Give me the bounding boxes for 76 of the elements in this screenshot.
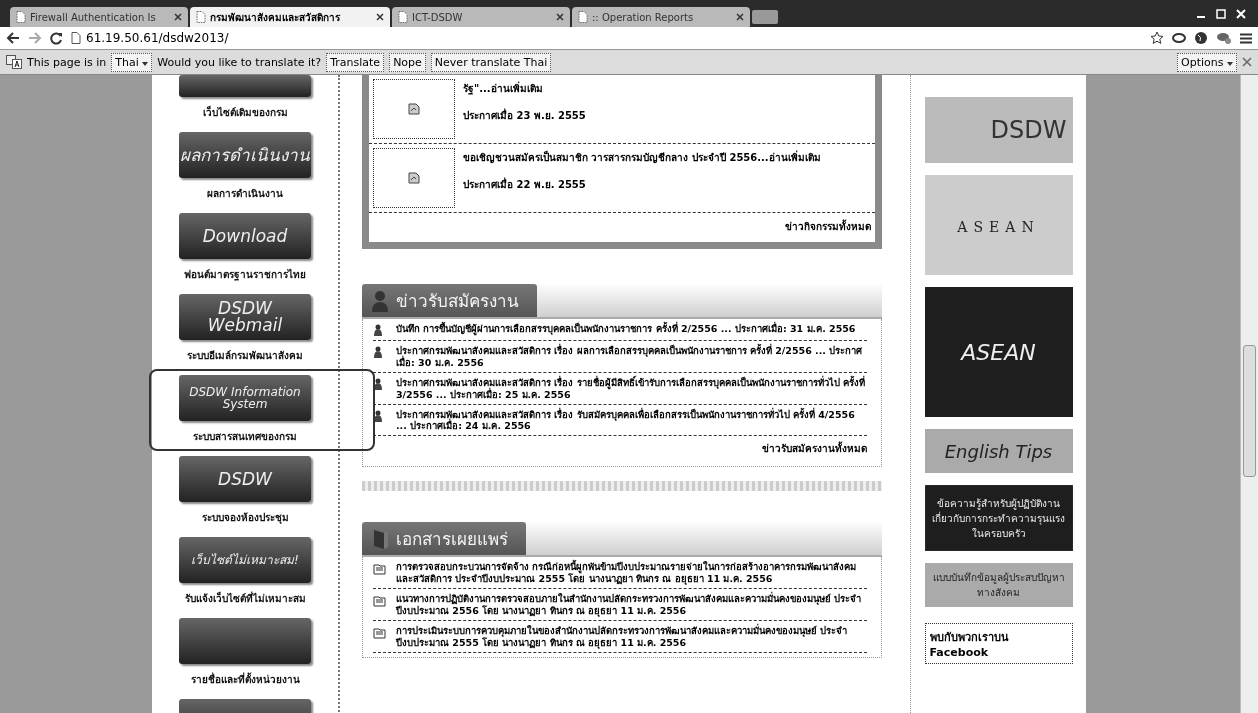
section-heading: ข่าวรับสมัครงาน: [362, 284, 537, 317]
back-icon[interactable]: [6, 32, 20, 44]
extension-icon[interactable]: [1216, 31, 1232, 45]
banner-link[interactable]: ข้อความรู้สำหรับผู้ปฏิบัติงานเกี่ยวกับการกระทำความรุนแรงในครอบครัว: [924, 485, 1073, 551]
banner-link[interactable]: ASEAN: [924, 287, 1073, 417]
person-icon: [370, 289, 390, 312]
banner-caption[interactable]: ระบบอีเมล์กรมพัฒนาสังคม: [187, 348, 303, 363]
banner-link[interactable]: ASEAN: [924, 175, 1073, 275]
banner-caption[interactable]: ระบบสารสนเทศของกรม: [193, 429, 297, 444]
banner-link[interactable]: DSDW Information System: [179, 375, 311, 421]
extension-icon[interactable]: [1194, 31, 1208, 45]
page-icon: [196, 11, 206, 23]
list-link[interactable]: ประกาศกรมพัฒนาสังคมและสวัสดิการ เรื่อง รายชื่อผู้มีสิทธิ์เข้ารับการเลือกสรรบุคคลเป็นพนักงานราชการทั่วไป ครั้งที่ 3/2556 ... ประกาศเมื่อ: 25 ม.ค. 2556: [396, 376, 867, 401]
banner-link[interactable]: ผลการดำเนินงาน: [179, 132, 311, 178]
facebook-link[interactable]: พบกับพวกเราบน Facebook: [924, 623, 1073, 664]
translate-button[interactable]: Never translate Thai: [430, 52, 552, 72]
caret-icon: [142, 61, 149, 66]
close-icon[interactable]: [736, 13, 744, 21]
news-date: ประกาศเมื่อ 22 พ.ย. 2555: [463, 177, 587, 192]
star-icon[interactable]: [1150, 31, 1164, 45]
document-icon: [373, 625, 386, 639]
banner-link[interactable]: Download: [179, 213, 311, 259]
banner-link[interactable]: DSDW: [924, 97, 1073, 163]
broken-image-icon: [408, 103, 420, 115]
browser-tab[interactable]: Firewall Authentication Is: [10, 7, 188, 27]
list-link[interactable]: แนวทางการปฏิบัติงานการตรวจสอบภายในสำนักงานปลัดกระทรวงการพัฒนาสังคมและความมั่นคงของมนุษย์ ประจำปีงบประมาณ 2556 โดย นางนาฏยา ทินกร ณ อยุธยา 11 ม.ค. 2556: [396, 593, 867, 617]
banner-link[interactable]: แบบบันทึกข้อมูลผู้ประสบปัญหาทางสังคม: [924, 563, 1073, 607]
close-icon[interactable]: [556, 13, 564, 21]
banner-caption[interactable]: ผลการดำเนินงาน: [207, 186, 283, 201]
banner-caption[interactable]: รับแจ้งเว็บไซต์ที่ไม่เหมาะสม: [184, 591, 306, 606]
page-icon: [71, 32, 81, 44]
news-title[interactable]: ขอเชิญชวนสมัครเป็นสมาชิก วารสารกรมบัญชีกลาง ประจำปี 2556...อ่านเพิ่มเติม: [463, 150, 821, 165]
language-dropdown[interactable]: Thai: [111, 52, 153, 72]
news-date: ประกาศเมื่อ 23 พ.ย. 2555: [463, 108, 586, 123]
close-icon[interactable]: [376, 13, 384, 21]
list-link[interactable]: ประกาศกรมพัฒนาสังคมและสวัสดิการ เรื่อง รับสมัครบุคคลเพื่อเลือกสรรเป็นพนักงานราชการทั่วไป ครั้งที่ 4/2556 ... ประกาศเมื่อ: 24 ม.ค. 2556: [396, 408, 867, 433]
banner-link[interactable]: DSDW: [179, 456, 311, 502]
list-link[interactable]: การตรวจสอบกระบวนการจัดจ้าง กรณีก่อหนี้ผูกพันข้ามปีงบประมาณรายจ่ายในการก่อสร้างอาคารกรมพัฒนาสังคมและสวัสดิการ ประจำปีงบประมาณ 2555 โดย นางนาฏยา ทินกร ณ อยุธยา 11 ม.ค. 2556: [396, 561, 867, 585]
list-link[interactable]: ประกาศกรมพัฒนาสังคมและสวัสดิการ เรื่อง ผลการเลือกสรรบุคคลเป็นพนักงานราชการ ครั้งที่ 2/2556 ... ประกาศเมื่อ: 30 ม.ค. 2556: [396, 345, 867, 369]
reload-icon[interactable]: [50, 31, 63, 45]
page-icon: [16, 11, 26, 23]
extension-icon[interactable]: [1172, 32, 1186, 44]
banner-caption[interactable]: ระบบจองห้องประชุม: [201, 510, 289, 525]
browser-tab[interactable]: ICT-DSDW: [392, 7, 570, 27]
document-icon: [373, 562, 386, 576]
page-icon: [578, 11, 588, 23]
caret-icon: [1227, 61, 1233, 66]
banner-link[interactable]: DSDW Webmail: [179, 294, 311, 340]
translate-question: Would you like to translate it?: [157, 55, 322, 69]
translate-button[interactable]: Nope: [389, 52, 426, 72]
page-icon: [398, 11, 408, 23]
section-heading: เอกสารเผยแพร่: [362, 522, 526, 556]
translate-button[interactable]: Translate: [326, 52, 385, 72]
broken-image-icon: [408, 172, 420, 184]
list-link[interactable]: การประเมินระบบการควบคุมภายในของสำนักงานปลัดกระทรวงการพัฒนาสังคมและความมั่นคงของมนุษย์ ประจำปีงบประมาณ 2555 โดย นางนาฏยา ทินกร ณ อยุธยา 11 ม.ค. 2556: [396, 624, 867, 649]
document-icon: [373, 594, 386, 607]
banner-link[interactable]: เว็บไซต์ไม่เหมาะสม!: [179, 537, 311, 583]
banner-link[interactable]: [179, 75, 311, 97]
banner-caption[interactable]: รายชื่อและที่ตั้งหน่วยงาน: [190, 672, 300, 687]
close-icon[interactable]: [174, 13, 182, 21]
list-link[interactable]: บันทึก การขึ้นบัญชีผู้ผ่านการเลือกสรรบุคคลเป็นพนักงานราชการ ครั้งที่ 2/2556 ... ประกาศเมื่อ: 31 ม.ค. 2556: [396, 323, 856, 337]
more-link[interactable]: ข่าวกิจกรรมทั้งหมด: [369, 213, 875, 242]
options-button[interactable]: Options: [1177, 52, 1237, 72]
more-link[interactable]: ข่าวรับสมัครงานทั้งหมด: [373, 436, 867, 463]
banner-caption[interactable]: ฟอนต์มาตรฐานราชการไทย: [184, 267, 306, 282]
scrollbar[interactable]: [1240, 75, 1258, 713]
browser-tab[interactable]: :: Operation Reports: [572, 7, 750, 27]
banner-link[interactable]: English Tips: [924, 429, 1073, 473]
browser-tab[interactable]: กรมพัฒนาสังคมและสวัสดิการ: [190, 7, 390, 27]
banner-caption[interactable]: เว็บไซต์เดิมของกรม: [202, 105, 288, 120]
news-title[interactable]: รัฐ"...อ่านเพิ่มเติม: [463, 81, 586, 96]
banner-link[interactable]: [179, 618, 311, 664]
translate-icon: [6, 55, 22, 69]
translate-prompt: This page is in: [27, 55, 107, 69]
maximize-icon[interactable]: [1216, 9, 1226, 19]
menu-icon[interactable]: [1240, 32, 1252, 44]
